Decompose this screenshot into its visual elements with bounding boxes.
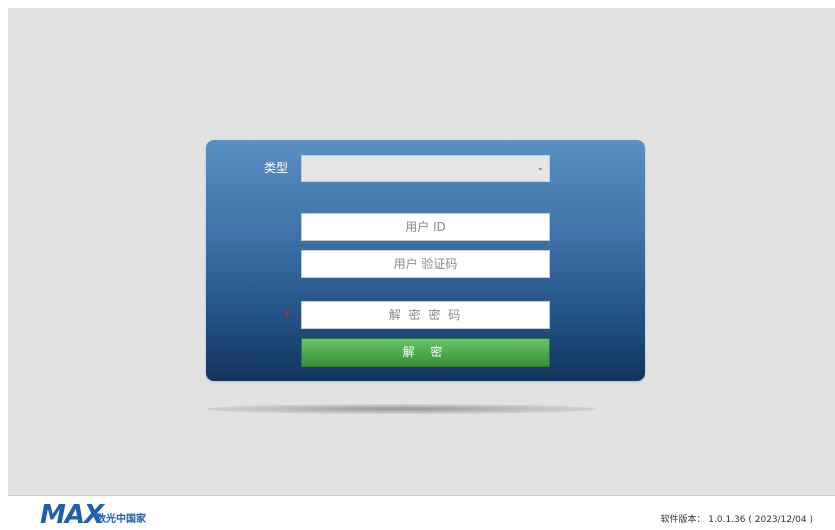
decrypt-password-input[interactable]: 解 密 密 码 [301,301,550,329]
chevron-down-icon: ⌄ [537,163,544,172]
footer-divider [8,495,835,496]
required-mark: * [284,309,290,323]
logo-mark: MAX [40,500,104,530]
logo-subtext: 数光中国家 [96,514,146,525]
decrypt-button[interactable]: 解 密 [301,338,550,367]
verify-code-input[interactable]: 用户 验证码 [301,250,550,278]
type-select[interactable]: ⌄ [301,155,550,182]
software-version: 软件版本： 1.0.1.36 ( 2023/12/04 ) [660,515,813,525]
brand-logo: MAX 数光中国家 [40,500,150,530]
type-label: 类型 [264,161,289,175]
panel-shadow [206,404,596,414]
user-id-input[interactable]: 用户 ID [301,213,550,241]
